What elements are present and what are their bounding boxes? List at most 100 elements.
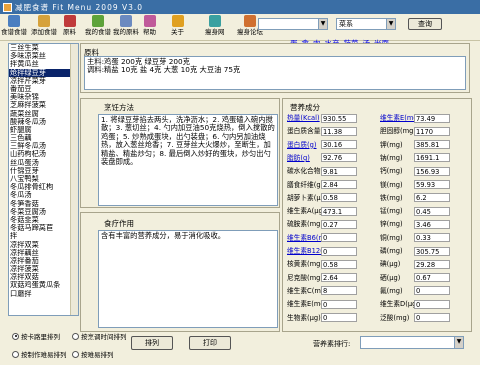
list-item[interactable]: 凉拌藕丝 (9, 249, 78, 257)
nutrient-label: 核黄素(mg) (287, 260, 324, 269)
chevron-down-icon[interactable]: ▼ (386, 19, 395, 29)
nutrient-value: 2.64 (321, 273, 357, 283)
nutrient-label: 磷(mg) (380, 247, 403, 255)
radio-icon[interactable] (12, 350, 19, 358)
ingredients-box[interactable]: 主料:鸡蛋 200克 绿豆芽 200克 调料:精盐 10克 盐 4克 大葱 10… (84, 56, 466, 90)
nutrient-label: 锌(mg) (380, 220, 403, 229)
sort-radio[interactable]: 按制作难易排列 (12, 349, 67, 359)
query-button[interactable]: 查询 (408, 18, 442, 30)
list-item[interactable]: 冬瓜排骨红枸 (9, 183, 78, 191)
list-item[interactable]: 凉拌双菇 (9, 273, 78, 281)
keyword-combo[interactable]: ▼ (258, 18, 328, 30)
list-item[interactable]: 虾腿腐 (9, 126, 78, 134)
nutrient-label: 生物素(μg) (287, 313, 321, 322)
toolbar-button-0[interactable]: 食谱食谱 (1, 15, 27, 40)
nutrient-row: 维生素B12(μg) 0 (287, 246, 357, 256)
list-item[interactable]: 双菇鸡蛋黄瓜条 (9, 281, 78, 289)
nutrient-label: 锰(mg) (380, 207, 403, 216)
sort-button[interactable]: 排列 (131, 336, 173, 350)
list-item[interactable]: 三丝生菜 (9, 44, 78, 52)
list-item[interactable]: 口蘑拌 (9, 290, 78, 298)
list-item[interactable]: 多味凉菜丝 (9, 52, 78, 60)
list-item[interactable]: 凉拌番茄 (9, 257, 78, 265)
toolbar-icon (120, 15, 132, 27)
list-item[interactable]: 什锦豆芽 (9, 167, 78, 175)
radio-icon[interactable] (72, 332, 79, 340)
list-item[interactable]: 三色藕 (9, 134, 78, 142)
list-item[interactable]: 冬菇马蹄莴苣 (9, 224, 78, 232)
nutrient-value: 73.49 (414, 113, 450, 123)
nutrient-value: 9.81 (321, 166, 357, 176)
nutrient-sort-combo[interactable]: ▼ (360, 336, 464, 349)
list-item[interactable]: 冬瓜汤 (9, 191, 78, 199)
nutrient-label[interactable]: 维生素E(mg) (380, 113, 420, 123)
sort-radio[interactable]: 按卡路里排列 (12, 331, 60, 341)
nutrient-row: 泛酸(mg) 0 (380, 313, 450, 323)
toolbar-button-4[interactable]: 我的原料 (113, 15, 139, 40)
nutrient-label: 碘(μg) (380, 260, 401, 269)
list-item[interactable]: 凉拌双菜 (9, 241, 78, 249)
nutrient-row: 碳水化合物(g) 9.81 (287, 166, 357, 176)
nutrient-row: 胡萝卜素(μg) 0.58 (287, 193, 357, 203)
list-item[interactable]: 冬菜豆腐汤 (9, 208, 78, 216)
app-icon (3, 2, 12, 12)
print-button[interactable]: 打印 (189, 336, 231, 350)
method-text[interactable]: 1. 将绿豆芽掐去两头，洗净沥水；2. 鸡蛋磕入碗内搅散；3. 葱切丝；4. 勺… (98, 114, 278, 206)
seasoning-ingredients: 调料:精盐 10克 盐 4克 大葱 10克 大豆油 75克 (87, 65, 241, 75)
list-item[interactable]: 冬菇韭菜 (9, 216, 78, 224)
toolbar-label: 食谱食谱 (1, 28, 27, 36)
list-item[interactable]: 拌黄瓜丝 (9, 60, 78, 68)
chevron-down-icon[interactable]: ▼ (454, 337, 463, 348)
list-item[interactable]: 丝瓜蛋汤 (9, 159, 78, 167)
list-item[interactable]: 蔬菜丝腐 (9, 110, 78, 118)
nutrient-label[interactable]: 维生素B6(mg) (287, 233, 332, 243)
sort-radio-label: 按烹调时间排列 (81, 333, 127, 341)
toolbar-button-2[interactable]: 原料 (63, 15, 76, 40)
toolbar-button-6[interactable]: 关于 (171, 15, 184, 40)
toolbar-button-7[interactable]: 瘦身网 (205, 15, 225, 40)
list-item[interactable]: 八宝鸭梨 (9, 175, 78, 183)
sort-radio[interactable]: 按难易排列 (72, 349, 114, 359)
nutrient-sort-label: 营养素排行: (313, 340, 351, 348)
list-item[interactable]: 芝麻拌菠菜 (9, 101, 78, 109)
nutrient-label[interactable]: 蛋白质(g) (287, 140, 321, 150)
list-item[interactable]: 凉拌芹菜芽 (9, 77, 78, 85)
nutrient-value: 1170 (414, 126, 450, 136)
toolbar-button-1[interactable]: 添加食谱 (31, 15, 57, 40)
nutrient-row: 磷(mg) 305.75 (380, 246, 450, 256)
radio-icon[interactable] (12, 332, 19, 340)
nutrient-row: 硫胺素(mg) 0.27 (287, 219, 357, 229)
nutrient-row: 膳食纤维(g) 2.84 (287, 180, 357, 190)
list-item[interactable]: 拌 (9, 232, 78, 240)
nutrient-value: 0 (414, 299, 450, 309)
list-item[interactable]: 山药枸杞汤 (9, 150, 78, 158)
nutrient-sort-value (361, 337, 454, 348)
list-item[interactable]: 番茄豆 (9, 85, 78, 93)
list-item[interactable]: 凉拌菠菜 (9, 265, 78, 273)
toolbar-button-5[interactable]: 帮助 (143, 15, 156, 40)
nutrient-value: 0 (414, 286, 450, 296)
toolbar-label: 瘦身论坛 (237, 28, 263, 36)
sort-radio-label: 按卡路里排列 (21, 333, 60, 341)
title-bar: 减肥食谱 Fit Menu 2009 V3.0 (0, 0, 480, 14)
recipe-list[interactable]: 三丝生菜 多味凉菜丝 拌黄瓜丝 炝拌绿豆芽 凉拌芹菜芽 番茄豆 美味杂锦 芝麻拌菠菜 蔬菜丝腐酸… (8, 43, 79, 316)
list-scrollbar[interactable] (70, 44, 78, 315)
list-item[interactable]: 炝拌绿豆芽 (9, 68, 78, 77)
nutrient-label[interactable]: 维生素B12(μg) (287, 246, 334, 256)
toolbar-button-3[interactable]: 我的食谱 (85, 15, 111, 40)
effect-text[interactable]: 含有丰富的营养成分，易于消化吸收。 (98, 230, 278, 328)
sort-radio[interactable]: 按烹调时间排列 (72, 331, 127, 341)
nutrient-label: 硒(μg) (380, 273, 401, 282)
list-item[interactable]: 冬笋香菇 (9, 200, 78, 208)
list-item[interactable]: 三鲜冬瓜汤 (9, 142, 78, 150)
list-item[interactable]: 美味杂锦 (9, 93, 78, 101)
category-combo[interactable]: 菜系 ▼ (336, 18, 396, 30)
chevron-down-icon[interactable]: ▼ (318, 19, 327, 29)
nutrient-value: 30.16 (321, 140, 357, 150)
nutrient-label: 钙(mg) (380, 167, 403, 176)
radio-icon[interactable] (72, 350, 79, 358)
nutrient-label: 尼克酸(mg) (287, 273, 324, 282)
nutrient-label[interactable]: 热量(Kcal) (287, 113, 321, 123)
nutrient-label[interactable]: 脂肪(g) (287, 153, 321, 163)
list-item[interactable]: 酸辣冬瓜汤 (9, 118, 78, 126)
